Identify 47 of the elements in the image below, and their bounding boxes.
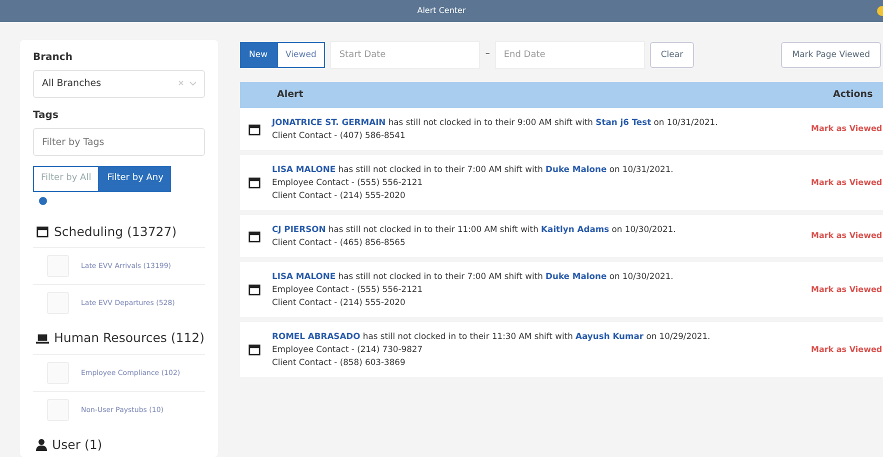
category-title: Human Resources (112) xyxy=(54,329,204,348)
end-date-field[interactable]: End Date xyxy=(494,41,645,69)
branch-select[interactable]: All Branches xyxy=(33,70,205,98)
calendar-icon xyxy=(248,122,261,136)
mark-as-viewed-link[interactable]: Mark as Viewed xyxy=(811,176,883,189)
column-header: Actions xyxy=(833,88,874,102)
window-title: Alert Center xyxy=(417,5,466,17)
mark-as-viewed-link[interactable]: Mark as Viewed xyxy=(811,284,883,296)
alert-message: CJ PIERSON has still not clocked in to their 11:00 AM shift with Kaitlyn Adams on 10/30/2021. xyxy=(272,223,677,236)
calendar-icon xyxy=(36,225,49,238)
info-icon xyxy=(39,196,47,204)
clear-button[interactable]: Clear xyxy=(650,42,694,68)
column-header: Alert xyxy=(277,88,304,102)
calendar-icon xyxy=(248,176,261,190)
alert-message: LISA MALONE has still not clocked in to their 7:00 AM shift with Duke Malone on 10/30/2021. xyxy=(272,270,674,284)
contact-text: Employee Contact - (214) 730-9827 xyxy=(272,343,424,356)
category-title: User (1) xyxy=(52,436,102,454)
monitor-icon xyxy=(36,332,49,345)
status-tab[interactable]: New xyxy=(240,42,277,68)
mark-as-viewed-link[interactable]: Mark as Viewed xyxy=(811,344,883,356)
contact-text: Client Contact - (214) 555-2020 xyxy=(272,189,406,202)
calendar-icon xyxy=(248,283,261,296)
field-label: Tags xyxy=(33,109,58,123)
contact-text: Client Contact - (465) 856-8565 xyxy=(272,236,406,250)
filter-mode-button[interactable]: Filter by Any xyxy=(99,166,172,192)
date-separator: – xyxy=(485,48,490,62)
tags-field[interactable]: Filter by Tags xyxy=(33,128,205,156)
calendar-icon xyxy=(248,343,261,356)
alert-message: ROMEL ABRASADO has still not clocked in to their 11:30 AM shift with Aayush Kumar on 10/29/2021. xyxy=(272,330,712,344)
mark-page-viewed-button[interactable]: Mark Page Viewed xyxy=(781,42,881,68)
calendar-icon xyxy=(248,230,261,243)
contact-text: Client Contact - (407) 586-8541 xyxy=(272,129,406,142)
category-title: Scheduling (13727) xyxy=(54,222,177,241)
field-label: Branch xyxy=(33,51,72,65)
start-date-field[interactable]: Start Date xyxy=(330,41,480,69)
alert-message: JONATRICE ST. GERMAIN has still not clocked in to their 9:00 AM shift with Stan j6 Test on 10/31/2021. xyxy=(272,116,719,129)
contact-text: Client Contact - (214) 555-2020 xyxy=(272,296,406,310)
filter-mode-button[interactable]: Filter by All xyxy=(33,166,100,192)
contact-text: Employee Contact - (555) 556-2121 xyxy=(272,283,424,296)
mark-as-viewed-link[interactable]: Mark as Viewed xyxy=(811,123,883,136)
mark-as-viewed-link[interactable]: Mark as Viewed xyxy=(811,230,883,242)
select-value: All Branches xyxy=(42,76,102,91)
status-tab[interactable]: Viewed xyxy=(276,42,326,68)
contact-text: Employee Contact - (555) 556-2121 xyxy=(272,176,424,190)
user-icon xyxy=(36,439,47,452)
alert-message: LISA MALONE has still not clocked in to their 7:00 AM shift with Duke Malone on 10/31/2021. xyxy=(272,163,674,176)
contact-text: Client Contact - (858) 603-3869 xyxy=(272,356,406,370)
